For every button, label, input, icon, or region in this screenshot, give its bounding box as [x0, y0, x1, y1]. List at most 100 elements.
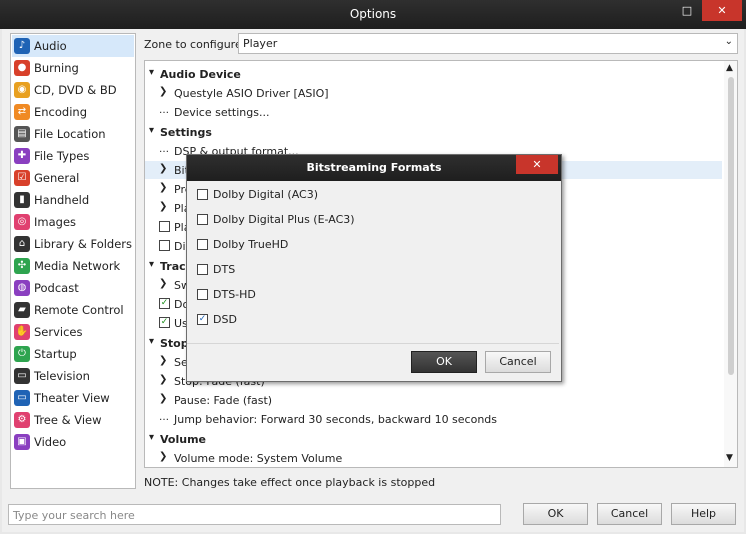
tree-row-label: Volume [160, 433, 206, 446]
video-icon: ▣ [14, 434, 30, 450]
sidebar-item-video[interactable]: ▣ Video [12, 431, 134, 453]
sidebar-item-media-network[interactable]: ✣ Media Network [12, 255, 134, 277]
burning-icon: ● [14, 60, 30, 76]
sidebar-item-label: CD, DVD & BD [34, 83, 117, 97]
sidebar-item-services[interactable]: ✋ Services [12, 321, 134, 343]
sidebar-item-file-types[interactable]: ✚ File Types [12, 145, 134, 167]
chevron-down-icon: ⌄ [724, 36, 733, 47]
format-checkbox[interactable] [197, 189, 208, 200]
sidebar-item-file-location[interactable]: ▤ File Location [12, 123, 134, 145]
sidebar-item-label: Burning [34, 61, 79, 75]
format-label: Dolby Digital (AC3) [213, 188, 319, 201]
sidebar-item-label: Encoding [34, 105, 87, 119]
dialog-divider [187, 343, 559, 344]
scroll-thumb[interactable] [728, 77, 734, 375]
dialog-ok-button[interactable]: OK [411, 351, 477, 373]
tree-scrollbar[interactable]: ▲ ▼ [724, 61, 737, 467]
cancel-button[interactable]: Cancel [597, 503, 662, 525]
sidebar-item-remote-control[interactable]: ▰ Remote Control [12, 299, 134, 321]
tree-row-label: Pause: Fade (fast) [174, 394, 273, 407]
library-icon: ⌂ [14, 236, 30, 252]
sidebar-item-cd-dvd-bd[interactable]: ◉ CD, DVD & BD [12, 79, 134, 101]
format-option[interactable]: ✓ DSD [197, 312, 497, 330]
sidebar-item-label: Television [34, 369, 90, 383]
tree-row-label: Settings [160, 126, 212, 139]
format-checkbox[interactable] [197, 214, 208, 225]
help-button[interactable]: Help [671, 503, 736, 525]
search-input[interactable]: Type your search here [8, 504, 501, 525]
tree-section-header[interactable]: ▾ Settings [145, 123, 722, 141]
sidebar-item-general[interactable]: ☑ General [12, 167, 134, 189]
collapse-icon: ▾ [149, 432, 155, 443]
images-icon: ◎ [14, 214, 30, 230]
dialog-close-button[interactable]: ✕ [516, 155, 558, 174]
sidebar-item-tree-view[interactable]: ⚙ Tree & View [12, 409, 134, 431]
file-types-icon: ✚ [14, 148, 30, 164]
search-placeholder: Type your search here [13, 509, 135, 522]
chevron-icon: ❯ [159, 86, 168, 97]
chevron-icon: ❯ [159, 201, 168, 212]
theater-view-icon: ▭ [14, 390, 30, 406]
sidebar-item-label: Tree & View [34, 413, 102, 427]
sidebar-item-television[interactable]: ▭ Television [12, 365, 134, 387]
startup-icon: ⏻ [14, 346, 30, 362]
chevron-icon: ❯ [159, 393, 168, 404]
sidebar-item-audio[interactable]: ♪ Audio [12, 35, 134, 57]
sidebar-item-theater-view[interactable]: ▭ Theater View [12, 387, 134, 409]
format-option[interactable]: Dolby Digital (AC3) [197, 187, 497, 205]
tree-setting-row[interactable]: ❯ Questyle ASIO Driver [ASIO] [145, 84, 722, 102]
collapse-icon: ▾ [149, 259, 155, 270]
format-label: Dolby Digital Plus (E-AC3) [213, 213, 355, 226]
ok-button[interactable]: OK [523, 503, 588, 525]
tree-section-header[interactable]: ▾ Volume [145, 430, 722, 448]
zone-label: Zone to configure: [144, 38, 246, 51]
services-icon: ✋ [14, 324, 30, 340]
format-option[interactable]: Dolby Digital Plus (E-AC3) [197, 212, 497, 230]
format-option[interactable]: Dolby TrueHD [197, 237, 497, 255]
dialog-title-bar: Bitstreaming Formats ✕ [187, 155, 561, 181]
collapse-icon: ▾ [149, 125, 155, 136]
tree-row-label: Device settings... [174, 106, 270, 119]
sidebar-item-library-folders[interactable]: ⌂ Library & Folders [12, 233, 134, 255]
zone-select[interactable]: Player ⌄ [238, 33, 738, 54]
tree-setting-row[interactable]: … Device settings... [145, 103, 722, 121]
disc-icon: ◉ [14, 82, 30, 98]
sidebar-item-images[interactable]: ◎ Images [12, 211, 134, 233]
tree-setting-row[interactable]: ❯ Pause: Fade (fast) [145, 391, 722, 409]
checkbox[interactable] [159, 221, 170, 232]
scroll-up-icon[interactable]: ▲ [726, 63, 733, 73]
checkbox[interactable] [159, 240, 170, 251]
scroll-down-icon[interactable]: ▼ [726, 453, 733, 463]
format-option[interactable]: DTS-HD [197, 287, 497, 305]
sidebar-item-handheld[interactable]: ▮ Handheld [12, 189, 134, 211]
close-button[interactable]: ✕ [702, 0, 742, 21]
tree-setting-row[interactable]: ❯ Volume mode: System Volume [145, 449, 722, 467]
tree-section-header[interactable]: ▾ Audio Device [145, 65, 722, 83]
encoding-icon: ⇄ [14, 104, 30, 120]
format-checkbox[interactable]: ✓ [197, 314, 208, 325]
chevron-icon: ❯ [159, 278, 168, 289]
general-icon: ☑ [14, 170, 30, 186]
format-label: DTS-HD [213, 288, 256, 301]
sidebar-item-podcast[interactable]: ◍ Podcast [12, 277, 134, 299]
sidebar-item-encoding[interactable]: ⇄ Encoding [12, 101, 134, 123]
sidebar-item-label: Podcast [34, 281, 79, 295]
sidebar-item-burning[interactable]: ● Burning [12, 57, 134, 79]
dialog-cancel-button[interactable]: Cancel [485, 351, 551, 373]
format-option[interactable]: DTS [197, 262, 497, 280]
format-checkbox[interactable] [197, 264, 208, 275]
format-checkbox[interactable] [197, 289, 208, 300]
sidebar-item-label: Audio [34, 39, 67, 53]
sidebar-item-label: Images [34, 215, 77, 229]
format-label: DSD [213, 313, 237, 326]
sidebar-item-label: Theater View [34, 391, 110, 405]
tree-row-label: Jump behavior: Forward 30 seconds, backw… [174, 413, 498, 426]
format-checkbox[interactable] [197, 239, 208, 250]
chevron-icon: ❯ [159, 182, 168, 193]
dialog-title: Bitstreaming Formats [306, 161, 442, 174]
maximize-button[interactable]: □ [672, 0, 702, 21]
checkbox[interactable]: ✓ [159, 317, 170, 328]
sidebar-item-startup[interactable]: ⏻ Startup [12, 343, 134, 365]
tree-setting-row[interactable]: … Jump behavior: Forward 30 seconds, back… [145, 410, 722, 428]
checkbox[interactable]: ✓ [159, 298, 170, 309]
